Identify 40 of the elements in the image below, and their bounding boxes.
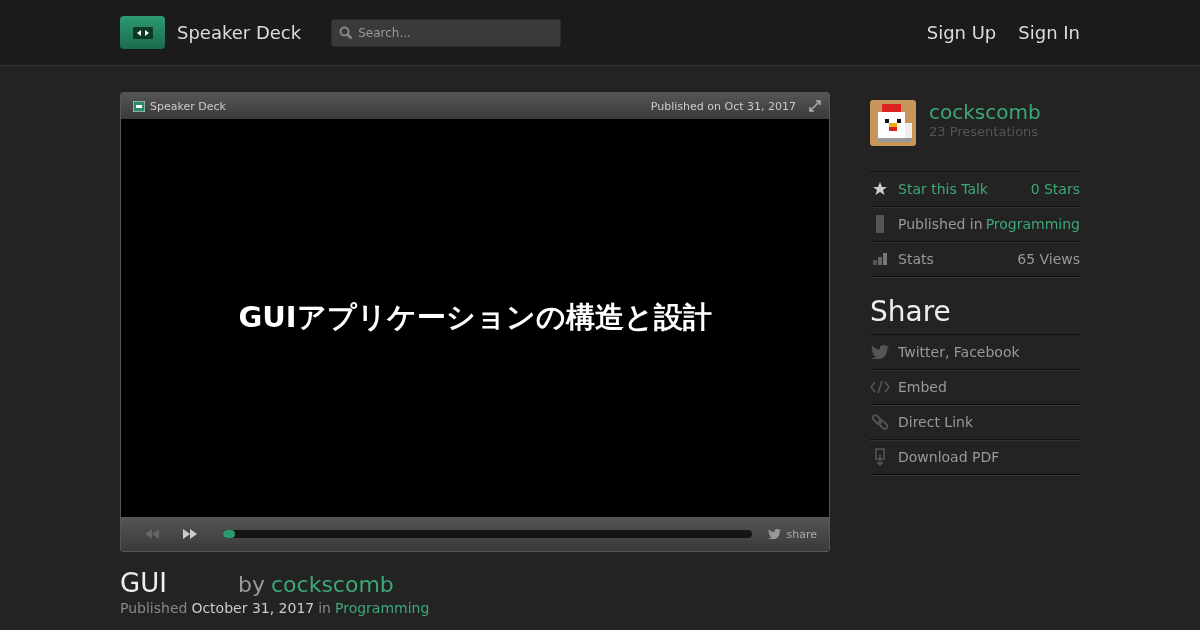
fullscreen-icon[interactable] bbox=[809, 100, 821, 112]
share-option-link[interactable]: Download PDF bbox=[898, 449, 1000, 465]
nav-link[interactable]: Sign Up bbox=[926, 22, 997, 43]
chicken-avatar-icon[interactable] bbox=[870, 100, 916, 146]
nav-link[interactable]: Sign In bbox=[1018, 22, 1080, 43]
bird-icon bbox=[767, 529, 781, 539]
code-icon bbox=[870, 381, 890, 393]
share-option-link[interactable]: Twitter, Facebook bbox=[898, 344, 1020, 360]
brand-link[interactable]: Speaker Deck bbox=[177, 22, 302, 43]
by-label: by bbox=[238, 572, 265, 597]
share-option-link[interactable]: Embed bbox=[898, 379, 947, 395]
share-link[interactable]: share bbox=[767, 527, 817, 541]
logo-icon bbox=[133, 100, 145, 112]
link-icon bbox=[870, 413, 890, 431]
row-label: Published in bbox=[898, 216, 983, 232]
player-brand-link[interactable]: Speaker Deck bbox=[133, 99, 226, 113]
share-option-link[interactable]: Direct Link bbox=[898, 414, 974, 430]
search-icon bbox=[339, 25, 354, 40]
in-label: in bbox=[318, 600, 331, 616]
talk-title: GUI bbox=[120, 568, 168, 598]
bar-chart-icon bbox=[870, 253, 890, 265]
published-date: Published on Oct 31, 2017 bbox=[650, 99, 796, 113]
row-value: 0 Stars bbox=[1030, 181, 1080, 197]
slide-title: GUIアプリケーションの構造と設計 bbox=[238, 299, 712, 336]
author-name[interactable]: cockscomb bbox=[929, 100, 1041, 124]
category-link[interactable]: Programming bbox=[335, 600, 430, 616]
row-value: 65 Views bbox=[1017, 251, 1080, 267]
share-heading: Share bbox=[870, 295, 952, 328]
published-label: Published bbox=[120, 600, 188, 616]
author-link[interactable]: cockscomb bbox=[271, 572, 394, 597]
publish-date: October 31, 2017 bbox=[191, 600, 315, 616]
star-link[interactable]: Star this Talk bbox=[898, 181, 988, 197]
search-field[interactable]: Search... bbox=[331, 18, 562, 47]
category-link[interactable]: Programming bbox=[985, 216, 1080, 232]
bird-icon bbox=[870, 345, 890, 359]
logo-icon[interactable] bbox=[120, 16, 165, 49]
rewind-icon bbox=[145, 529, 159, 539]
row-label: Stats bbox=[898, 251, 934, 267]
fast-forward-icon bbox=[183, 529, 197, 539]
progress-track[interactable] bbox=[223, 530, 752, 538]
